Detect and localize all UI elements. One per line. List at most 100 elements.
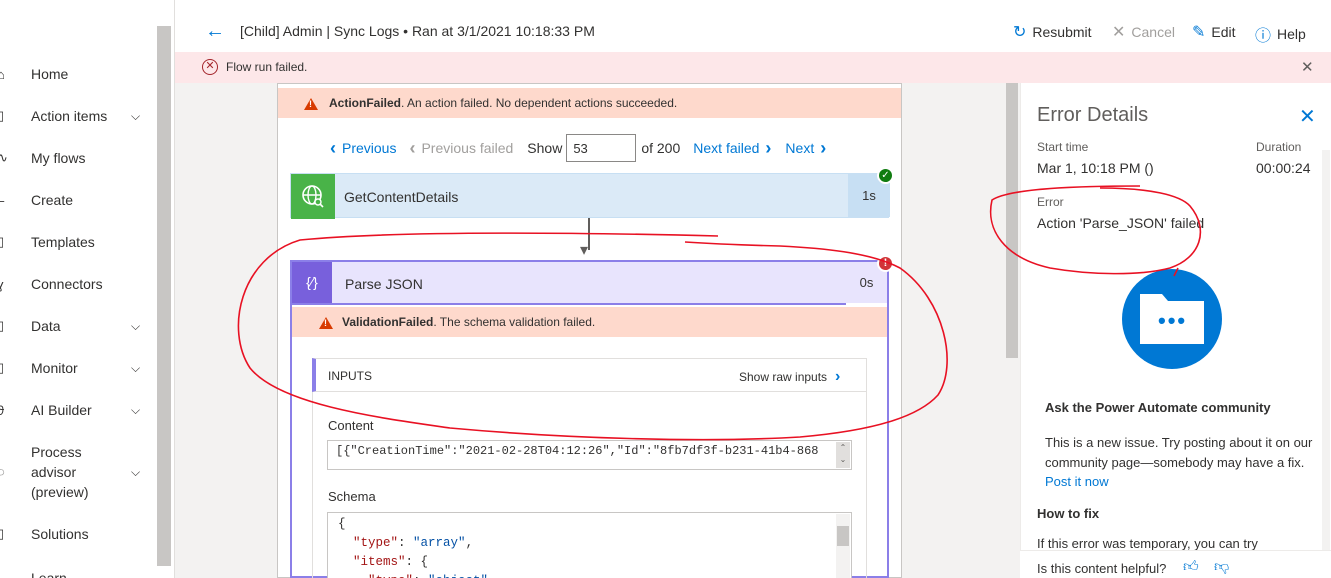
content-scrollbar[interactable]: ⌃ ⌄ [836, 442, 850, 468]
sidebar-item-my-flows[interactable]: ∿ My flows [0, 140, 160, 176]
sidebar-item-connectors[interactable]: ɣ Connectors [0, 266, 160, 302]
sidebar-item-learn[interactable]: Learn [0, 560, 160, 578]
left-navigation: ⌂ Home ▯ Action items ⌵ ∿ My flows – Cre… [0, 0, 175, 578]
previous-failed-button[interactable]: ‹ Previous failed [409, 138, 513, 159]
schema-line: "type": "object", [338, 572, 841, 578]
start-time-label: Start time [1037, 140, 1089, 154]
schema-label: Schema [328, 489, 376, 504]
sidebar-item-label: Action items [31, 108, 108, 124]
of-total-label: of 200 [641, 140, 681, 156]
schema-line: "items": { [353, 555, 429, 569]
next-failed-button[interactable]: Next failed › [693, 138, 771, 159]
thumbs-down-icon[interactable]: 👎︎ [1214, 558, 1229, 576]
sidebar-item-solutions[interactable]: ▯ Solutions [0, 516, 160, 552]
banner-message: Flow run failed. [226, 60, 308, 74]
warning-icon [304, 96, 318, 110]
chevron-left-icon: ‹ [409, 137, 416, 158]
action-failed-code: ActionFailed [329, 96, 402, 110]
step-name: Parse JSON [345, 276, 423, 292]
cancel-button[interactable]: ✕ Cancel [1112, 22, 1175, 42]
content-value-box[interactable]: [{"CreationTime":"2021-02-28T04:12:26","… [327, 440, 852, 470]
post-it-now-link[interactable]: Post it now [1045, 474, 1109, 489]
sidebar-item-action-items[interactable]: ▯ Action items ⌵ [0, 98, 160, 134]
inputs-section-header: INPUTS Show raw inputs › [312, 358, 867, 392]
error-circle-icon: ✕ [202, 59, 218, 75]
cancel-label: Cancel [1131, 24, 1175, 40]
clipboard-icon: ▯ [0, 108, 5, 123]
schema-value-box[interactable]: { "type": "array", "items": { "type": "o… [327, 512, 852, 578]
resubmit-button[interactable]: ↻ Resubmit [1013, 22, 1092, 42]
parse-json-icon: {⁄} [292, 262, 332, 303]
schema-line: { [338, 517, 346, 531]
schema-scrollbar-track[interactable] [836, 514, 850, 578]
start-time-value: Mar 1, 10:18 PM () [1037, 160, 1154, 176]
error-exclamation-icon: ! [877, 255, 894, 272]
sidebar-item-label: My flows [31, 150, 86, 166]
chevron-down-icon: ⌵ [131, 108, 141, 123]
process-advisor-icon: ◌ [0, 464, 5, 479]
sidebar-item-label: Learn [31, 570, 67, 578]
validation-failed-bar: ValidationFailed. The schema validation … [292, 307, 887, 337]
arrow-down-icon: ▾ [580, 242, 589, 259]
previous-label: Previous [342, 140, 397, 156]
thumbs-up-icon[interactable]: 👍︎ [1183, 558, 1199, 576]
close-icon[interactable]: ✕ [1299, 104, 1316, 129]
resubmit-label: Resubmit [1032, 24, 1092, 40]
chevron-right-icon: › [820, 137, 827, 158]
monitor-icon: ▯ [0, 360, 5, 375]
how-to-fix-text: If this error was temporary, you can try [1037, 536, 1258, 550]
close-icon[interactable]: ✕ [1301, 58, 1314, 76]
next-label: Next [785, 140, 815, 156]
community-title: Ask the Power Automate community [1045, 400, 1271, 415]
next-failed-label: Next failed [693, 140, 760, 156]
canvas-scrollbar-thumb[interactable] [1006, 83, 1018, 358]
solutions-icon: ▯ [0, 526, 5, 541]
sidebar-item-ai-builder[interactable]: ϑ AI Builder ⌵ [0, 392, 160, 428]
back-arrow-icon[interactable]: ← [205, 20, 225, 43]
community-description: This is a new issue. Try posting about i… [1045, 435, 1313, 470]
ellipsis-icon: ••• [1158, 308, 1188, 333]
chevron-down-icon: ⌵ [131, 360, 141, 375]
sidebar-item-label: Connectors [31, 276, 103, 292]
how-to-fix-title: How to fix [1037, 506, 1100, 521]
previous-failed-label: Previous failed [421, 140, 514, 156]
sidebar-item-templates[interactable]: ▯ Templates [0, 224, 160, 260]
step-get-content-details[interactable]: GetContentDetails 1s [290, 173, 890, 219]
chevron-right-icon: › [765, 137, 772, 158]
error-label: Error [1037, 195, 1064, 209]
sidebar-scrollbar[interactable] [157, 26, 171, 566]
panel-scrollbar[interactable] [1322, 150, 1330, 550]
action-failed-bar: ActionFailed. An action failed. No depen… [278, 88, 901, 118]
sidebar-item-process-advisor[interactable]: ◌ Process advisor (preview) ⌵ [0, 442, 160, 502]
iteration-pager: ‹ Previous ‹ Previous failed Show of 200… [330, 134, 826, 162]
chevron-left-icon: ‹ [330, 137, 336, 158]
sidebar-item-monitor[interactable]: ▯ Monitor ⌵ [0, 350, 160, 386]
show-label: Show [527, 140, 563, 156]
show-raw-inputs-link[interactable]: Show raw inputs › [739, 368, 840, 386]
chevron-right-icon: › [835, 368, 841, 385]
plus-icon: – [0, 193, 7, 208]
feedback-bar: Is this content helpful? 👍︎ 👎︎ [1020, 550, 1331, 578]
sidebar-item-home[interactable]: ⌂ Home [0, 56, 160, 92]
help-button[interactable]: ⓘ Help [1255, 22, 1306, 46]
database-icon: ▯ [0, 318, 5, 333]
show-raw-inputs-label: Show raw inputs [739, 370, 828, 384]
checkmark-icon: ✓ [877, 167, 894, 184]
help-label: Help [1277, 26, 1306, 42]
iteration-number-input[interactable] [566, 134, 637, 162]
chevron-down-icon: ⌵ [131, 402, 141, 417]
helpful-question: Is this content helpful? [1037, 561, 1167, 576]
previous-button[interactable]: ‹ Previous [330, 138, 396, 159]
schema-scrollbar-thumb[interactable] [837, 526, 849, 546]
sidebar-item-data[interactable]: ▯ Data ⌵ [0, 308, 160, 344]
sidebar-item-create[interactable]: – Create [0, 182, 160, 218]
sidebar-item-label: AI Builder [31, 402, 92, 418]
sidebar-item-label: Data [31, 318, 61, 334]
sidebar-item-label: Create [31, 192, 74, 208]
sidebar-item-label: Solutions [31, 526, 89, 542]
edit-button[interactable]: ✎ Edit [1192, 22, 1236, 42]
close-icon: ✕ [1112, 24, 1126, 41]
inputs-label: INPUTS [328, 369, 373, 383]
next-button[interactable]: Next › [785, 138, 826, 159]
community-text: This is a new issue. Try posting about i… [1045, 433, 1315, 492]
